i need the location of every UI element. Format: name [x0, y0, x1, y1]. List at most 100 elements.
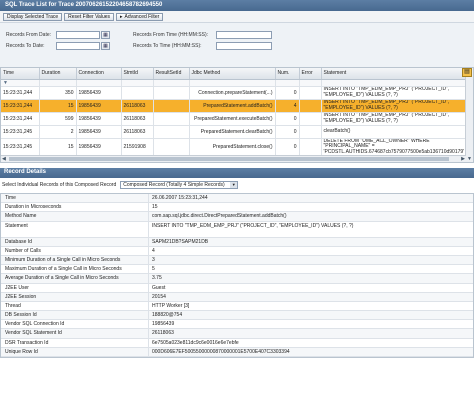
table-row[interactable]: 15:23:31,244 599 19856439 26118063 Prepa… — [1, 112, 467, 126]
cell-connection: 19856439 — [76, 125, 122, 139]
detail-key: Vendor SQL Statement Id — [1, 329, 149, 338]
cell-method: PreparedStatement.close() — [189, 138, 276, 156]
detail-key: Statement — [1, 221, 149, 237]
detail-value: 5 — [152, 266, 155, 273]
records-from-date-input[interactable] — [56, 31, 100, 39]
cell-connection: 19856439 — [76, 86, 122, 100]
toolbar: Display Selected Trace Reset Filter Valu… — [0, 11, 474, 23]
detail-key: Average Duration of a Single Call in Mic… — [1, 274, 149, 283]
detail-key: Number of Calls — [1, 246, 149, 255]
cell-time: 15:23:31,245 — [1, 125, 40, 139]
cell-num: 4 — [275, 99, 300, 113]
column-header-error[interactable]: Error — [299, 68, 322, 80]
column-header-time[interactable]: Time — [1, 68, 40, 80]
cell-duration: 350 — [39, 86, 77, 100]
column-header-num[interactable]: Num. — [275, 68, 300, 80]
detail-key: Method Name — [1, 212, 149, 221]
table-row[interactable]: 15:23:31,245 2 19856439 26118063 Prepare… — [1, 125, 467, 139]
calendar-icon[interactable]: ▦ — [101, 31, 110, 39]
detail-key: J2EE User — [1, 283, 149, 292]
records-to-date-input[interactable] — [56, 42, 100, 50]
column-header-stmtid[interactable]: StmtId — [121, 68, 154, 80]
scroll-right-icon[interactable]: ▶ — [461, 156, 465, 162]
settings-icon[interactable]: ▤ — [462, 68, 472, 77]
display-selected-trace-button[interactable]: Display Selected Trace — [3, 13, 63, 21]
detail-key: J2EE Session — [1, 292, 149, 301]
cell-num: 0 — [275, 86, 300, 100]
column-header-resultsetid[interactable]: ResultSetId — [153, 68, 190, 80]
cell-time: 15:23:31,244 — [1, 86, 40, 100]
records-from-date-label: Records From Date: — [6, 32, 52, 38]
cell-method: PreparedStatement.addBatch() — [189, 99, 276, 113]
horizontal-scrollbar[interactable]: ◀ ▶ — [1, 155, 466, 162]
cell-time: 15:23:31,244 — [1, 99, 40, 113]
page-title: SQL Trace List for Trace 200706261522046… — [0, 0, 474, 11]
cell-duration: 2 — [39, 125, 77, 139]
table-row[interactable]: 15:23:31,245 15 19856439 21591908 Prepar… — [1, 138, 467, 156]
detail-row: Thread HTTP Worker [3] — [1, 301, 473, 312]
reset-filter-button[interactable]: Reset Filter Values — [64, 13, 115, 21]
advanced-filter-button[interactable]: ▸ Advanced Filter — [116, 13, 164, 21]
cell-resultset — [153, 112, 190, 126]
table-row-selected[interactable]: 15:23:31,244 15 19856439 26118063 Prepar… — [1, 99, 467, 113]
vertical-scrollbar[interactable]: ▲ ▼ — [465, 68, 473, 162]
records-to-time-input[interactable] — [216, 42, 272, 50]
detail-key: Minimum Duration of a Single Call in Mic… — [1, 255, 149, 265]
detail-row: Method Name com.sap.sql.jdbc.direct.Direc… — [1, 212, 473, 222]
filter-icon[interactable]: ▼ — [1, 79, 40, 87]
detail-value: com.sap.sql.jdbc.direct.DirectPreparedSt… — [152, 213, 287, 220]
cell-resultset — [153, 125, 190, 139]
cell-num: 0 — [275, 112, 300, 126]
detail-value: 19856439 — [152, 321, 175, 328]
detail-row: Time 26.06.2007 15:23:31,244 — [1, 194, 473, 204]
detail-row: DB Session Id 188820@754 — [1, 311, 473, 321]
cell-resultset — [153, 138, 190, 156]
detail-row: DSR Transaction Id 6e7505a023e811dc9c6e00… — [1, 338, 473, 348]
detail-key: DB Session Id — [1, 311, 149, 320]
table-row[interactable]: 15:23:31,244 350 19856439 Connection.pre… — [1, 86, 467, 100]
cell-statement: clearBatch() — [321, 125, 467, 139]
detail-key: Thread — [1, 301, 149, 311]
column-header-connection[interactable]: Connection — [76, 68, 122, 80]
cell-error — [299, 138, 322, 156]
cell-duration: 599 — [39, 112, 77, 126]
calendar-icon[interactable]: ▦ — [101, 42, 110, 50]
record-selector: Select Individual Records of this Compos… — [2, 181, 239, 189]
cell-stmtid: 26118063 — [121, 99, 154, 113]
cell-method: PreparedStatement.clearBatch() — [189, 125, 276, 139]
column-header-jdbc-method[interactable]: Jdbc Method — [189, 68, 276, 80]
column-header-duration[interactable]: Duration — [39, 68, 77, 80]
cell-stmtid — [121, 86, 154, 100]
scrollbar-thumb[interactable] — [9, 157, 449, 161]
column-header-statement[interactable]: Statement — [321, 68, 467, 80]
scroll-down-icon[interactable]: ▼ — [467, 156, 472, 162]
filter-row: ▼ — [1, 79, 467, 87]
detail-row: J2EE User Guest — [1, 283, 473, 293]
cell-error — [299, 86, 322, 100]
cell-statement: INSERT INTO "TMP_EDM_EMP_PRJ" ("PROJECT_… — [321, 86, 467, 100]
detail-row: Average Duration of a Single Call in Mic… — [1, 274, 473, 284]
cell-stmtid: 26118063 — [121, 112, 154, 126]
record-select-dropdown[interactable]: Composed Record (Totally 4 Simple Record… — [120, 181, 239, 189]
detail-value: 000D606E7EF50055000000870000001E5700E407… — [152, 348, 290, 355]
records-from-time-input[interactable] — [216, 31, 272, 39]
cell-method: PreparedStatement.executeBatch() — [189, 112, 276, 126]
detail-value: 26.06.2007 15:23:31,244 — [152, 195, 208, 201]
record-details-table: Time 26.06.2007 15:23:31,244 Duration in M… — [0, 193, 474, 358]
cell-connection: 19856439 — [76, 138, 122, 156]
cell-time: 15:23:31,245 — [1, 138, 40, 156]
detail-key: DSR Transaction Id — [1, 338, 149, 347]
detail-row: Maximum Duration of a Single Call in Mic… — [1, 265, 473, 275]
detail-row: Unique Row Id 000D606E7EF5005500000087000… — [1, 347, 473, 357]
cell-duration: 15 — [39, 138, 77, 156]
scroll-left-icon[interactable]: ◀ — [2, 156, 6, 162]
record-select-value: Composed Record (Totally 4 Simple Record… — [123, 182, 225, 188]
cell-connection: 19856439 — [76, 112, 122, 126]
detail-key: Time — [1, 194, 149, 203]
detail-value: 3 — [152, 256, 155, 263]
table-header-row: Time Duration Connection StmtId ResultSe… — [1, 68, 467, 80]
detail-value: 188820@754 — [152, 312, 183, 319]
cell-resultset — [153, 99, 190, 113]
detail-row: J2EE Session 20154 — [1, 292, 473, 302]
detail-value: 3.75 — [152, 275, 162, 282]
